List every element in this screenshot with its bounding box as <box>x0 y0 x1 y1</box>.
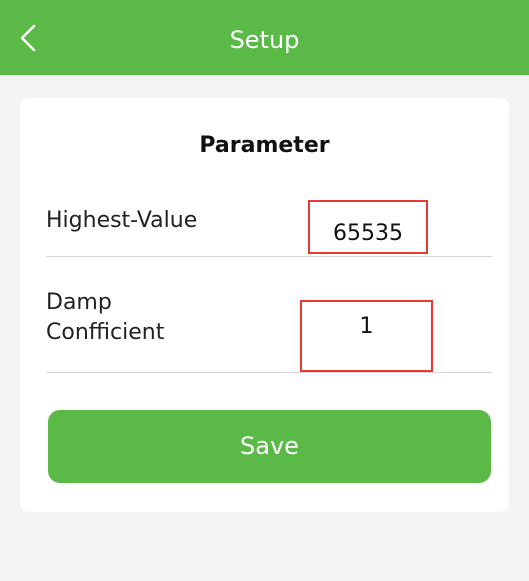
section-title: Parameter <box>199 133 330 158</box>
page-title: Setup <box>229 26 300 54</box>
damp-coefficient-row: Damp Confficient 1 <box>46 288 492 373</box>
save-button[interactable]: Save <box>48 410 491 483</box>
parameter-card: Parameter Highest-Value 65535 Damp Conff… <box>20 98 509 512</box>
top-app-bar: Setup <box>0 0 529 75</box>
highest-value-input[interactable]: 65535 <box>308 200 428 254</box>
highest-value-row: Highest-Value 65535 <box>46 194 492 257</box>
damp-coefficient-input[interactable]: 1 <box>300 300 433 372</box>
damp-coefficient-label: Damp Confficient <box>46 290 165 345</box>
highest-value-label: Highest-Value <box>46 208 198 233</box>
